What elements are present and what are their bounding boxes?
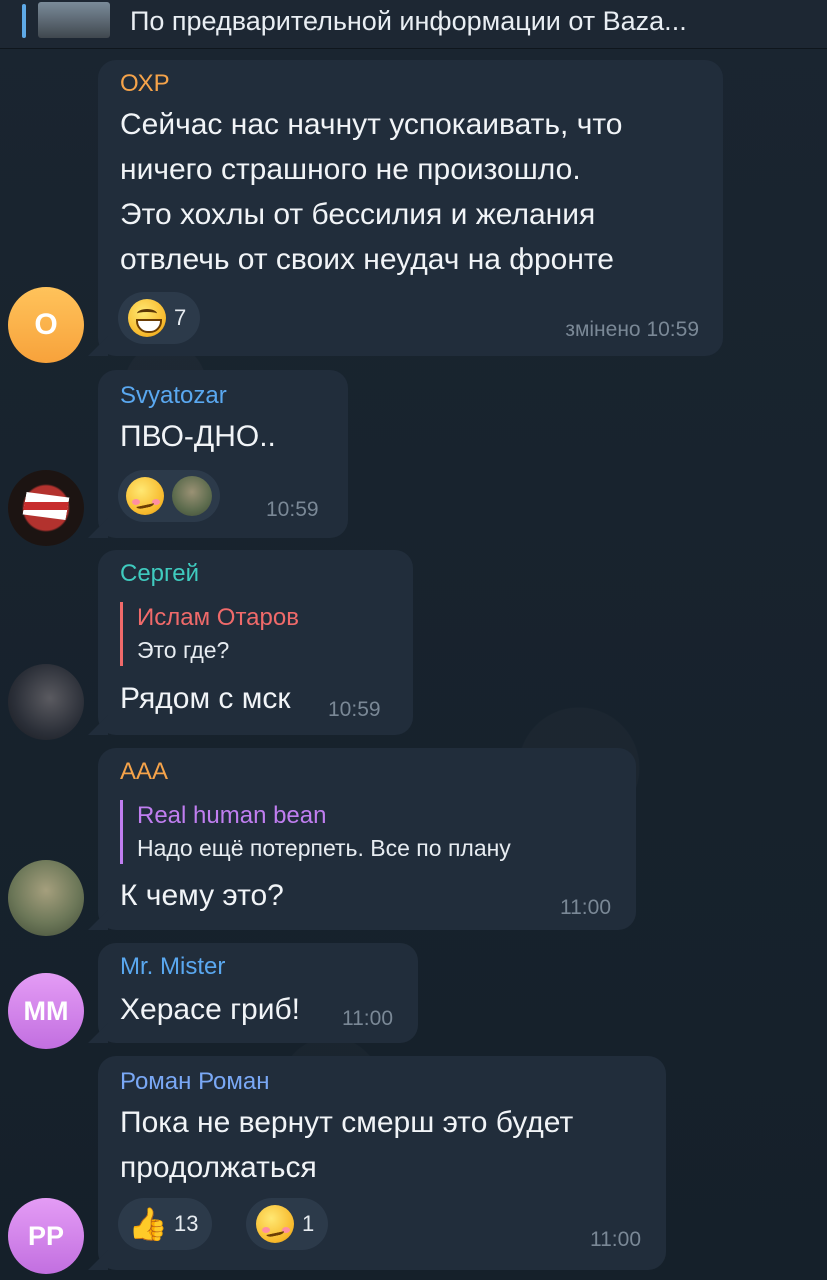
reaction-chip[interactable] (118, 470, 220, 522)
reply-author: Ислам Отаров (137, 604, 299, 631)
avatar[interactable] (8, 664, 84, 740)
message-text: ПВО-ДНО.. (120, 420, 276, 453)
message-text: Рядом с мск (120, 682, 291, 715)
message-text-line: отвлечь от своих неудач на фронте (120, 243, 614, 276)
reaction-count: 13 (174, 1211, 199, 1236)
message-author[interactable]: Сергей (120, 560, 199, 588)
avatar[interactable]: MM (8, 973, 84, 1049)
message-author[interactable]: Svyatozar (120, 382, 227, 410)
message-time: змінено 10:59 (565, 318, 699, 341)
message-author[interactable]: Mr. Mister (120, 953, 225, 981)
pinned-text: По предварительной информации от Baza... (130, 6, 687, 36)
avatar[interactable] (8, 470, 84, 546)
message-bubble[interactable]: Svyatozar ПВО-ДНО.. 10:59 (88, 370, 348, 538)
pinned-indicator (22, 4, 26, 38)
user-photo-reaction (172, 476, 212, 516)
message-text-line: Пока не вернут смерш это будет (120, 1106, 574, 1139)
message-time: 10:59 (266, 498, 319, 521)
reaction-chip[interactable]: 1 (246, 1198, 329, 1250)
message-text-line: Сейчас нас начнут успокаивать, что (120, 108, 623, 141)
pinned-message-bar[interactable]: По предварительной информации от Baza... (0, 0, 827, 49)
message-bubble[interactable]: Mr. Mister Херасе гриб! 11:00 (88, 943, 418, 1043)
pinned-thumbnail (38, 2, 110, 38)
message-time: 10:59 (328, 698, 381, 721)
message-text: Херасе гриб! (120, 993, 300, 1026)
message-author[interactable]: ОХР (120, 70, 170, 98)
message-time: 11:00 (560, 896, 611, 919)
message-text-line: Это хохлы от бессилия и желания (120, 198, 596, 231)
flag-icon (22, 492, 71, 520)
grinning-face-icon (128, 299, 166, 337)
avatar[interactable]: PP (8, 1198, 84, 1274)
message-bubble[interactable]: Роман Роман Пока не вернут смерш это буд… (88, 1056, 666, 1270)
avatar[interactable] (8, 860, 84, 936)
woozy-face-icon (126, 477, 164, 515)
reply-text: Это где? (137, 637, 230, 663)
reaction-count: 7 (174, 305, 187, 330)
reply-quote[interactable]: Real human bean Надо ещё потерпеть. Все … (120, 800, 511, 864)
message-bubble[interactable]: ОХР Сейчас нас начнут успокаивать, что н… (88, 60, 723, 356)
woozy-face-icon (256, 1205, 294, 1243)
reaction-chip[interactable]: 👍 13 (118, 1198, 213, 1250)
message-bubble[interactable]: AAA Real human bean Надо ещё потерпеть. … (88, 748, 636, 930)
reaction-count: 1 (302, 1211, 315, 1236)
reaction-chip[interactable]: 7 (118, 292, 201, 344)
message-text: К чему это? (120, 879, 284, 912)
thumbs-up-icon: 👍 (128, 1206, 168, 1242)
message-time: 11:00 (590, 1228, 641, 1251)
message-author[interactable]: AAA (120, 758, 168, 786)
avatar[interactable]: О (8, 287, 84, 363)
reply-author: Real human bean (137, 802, 327, 829)
message-time: 11:00 (342, 1007, 393, 1030)
message-author[interactable]: Роман Роман (120, 1068, 269, 1096)
message-text-line: ничего страшного не произошло. (120, 153, 581, 186)
reply-quote[interactable]: Ислам Отаров Это где? (120, 602, 299, 666)
message-text-line: продолжаться (120, 1151, 317, 1184)
reply-text: Надо ещё потерпеть. Все по плану (137, 835, 511, 861)
message-bubble[interactable]: Сергей Ислам Отаров Это где? Рядом с мск… (88, 550, 413, 735)
